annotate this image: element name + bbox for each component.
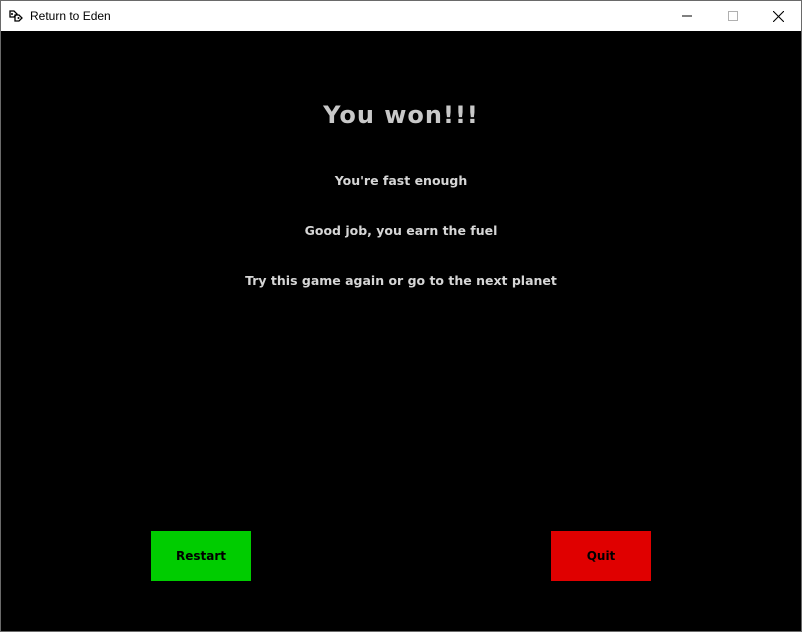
message-line-3: Try this game again or go to the next pl… (245, 273, 557, 288)
restart-button-label: Restart (175, 549, 226, 563)
maximize-icon (728, 11, 738, 21)
quit-button[interactable]: Quit (551, 531, 651, 581)
window-title: Return to Eden (30, 9, 111, 23)
minimize-icon (682, 15, 692, 17)
restart-button[interactable]: Restart (151, 531, 251, 581)
title-bar[interactable]: Return to Eden (1, 1, 801, 31)
maximize-button[interactable] (710, 1, 756, 31)
app-icon (8, 8, 24, 24)
game-window: Return to Eden You won!!! You're fast en… (0, 0, 802, 632)
close-icon (772, 10, 784, 22)
win-headline: You won!!! (323, 101, 479, 129)
minimize-button[interactable] (664, 1, 710, 31)
quit-button-label: Quit (586, 549, 616, 563)
message-line-2: Good job, you earn the fuel (304, 223, 498, 238)
close-button[interactable] (755, 1, 801, 31)
game-canvas: You won!!! You're fast enough Good job, … (1, 31, 801, 631)
message-line-1: You're fast enough (334, 173, 468, 188)
